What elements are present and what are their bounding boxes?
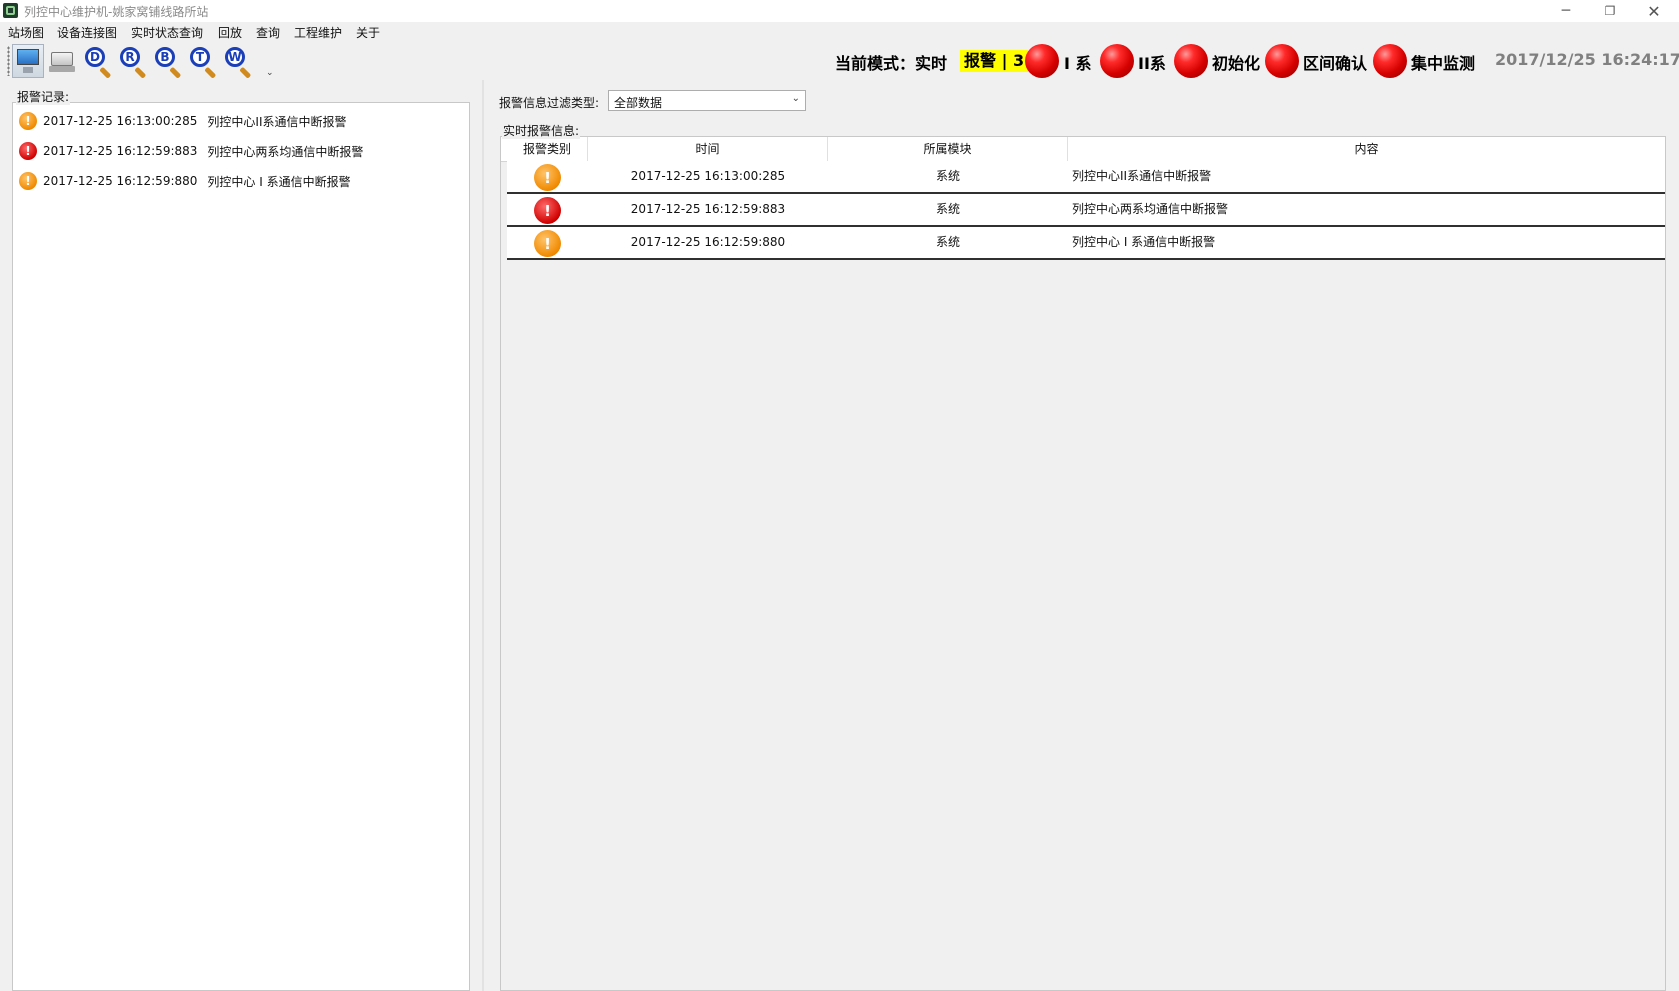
menu-bar: 站场图 设备连接图 实时状态查询 回放 查询 工程维护 关于 (0, 22, 1679, 42)
filter-type-value: 全部数据 (614, 96, 663, 110)
menu-playback[interactable]: 回放 (218, 24, 242, 41)
column-header-time[interactable]: 时间 (588, 137, 828, 161)
row-time: 2017-12-25 16:12:59:883 (630, 202, 786, 216)
monitor-icon[interactable] (12, 44, 44, 78)
chevron-down-icon: ⌄ (791, 93, 800, 104)
table-row[interactable]: ! 2017-12-25 16:12:59:883 系统 列控中心两系均通信中断… (507, 194, 1665, 227)
record-time: 2017-12-25 16:12:59:880 (43, 174, 198, 188)
column-header-content[interactable]: 内容 (1068, 137, 1665, 161)
close-button[interactable]: ✕ (1632, 0, 1676, 22)
table-header: 报警类别 时间 所属模块 内容 (501, 137, 1665, 162)
row-content: 列控中心 I 系通信中断报警 (1072, 235, 1216, 249)
menu-query[interactable]: 查询 (256, 24, 280, 41)
search-r-icon[interactable]: R (116, 44, 148, 79)
row-module: 系统 (935, 202, 960, 216)
record-content: 列控中心II系通信中断报警 (207, 114, 347, 129)
search-b-letter: B (155, 47, 175, 67)
filter-type-label: 报警信息过滤类型: (499, 96, 600, 110)
init-status-led-icon (1174, 44, 1208, 78)
record-content: 列控中心 I 系通信中断报警 (207, 174, 351, 189)
search-t-icon[interactable]: T (186, 44, 218, 79)
alarm-record-item[interactable]: ! 2017-12-25 16:12:59:880 列控中心 I 系通信中断报警 (19, 169, 351, 193)
record-time: 2017-12-25 16:13:00:285 (43, 114, 198, 128)
central-monitor-led-icon (1373, 44, 1407, 78)
warning-icon: ! (534, 164, 561, 191)
row-content: 列控中心II系通信中断报警 (1072, 169, 1212, 183)
drive-icon[interactable] (46, 44, 78, 78)
alarm-record-label: 报警记录: (16, 88, 71, 105)
critical-icon: ! (534, 197, 561, 224)
menu-about[interactable]: 关于 (356, 24, 380, 41)
section-confirm-label: 区间确认 (1303, 54, 1368, 73)
restore-button[interactable]: ❐ (1588, 0, 1632, 22)
record-time: 2017-12-25 16:12:59:883 (43, 144, 198, 158)
critical-icon: ! (19, 142, 37, 160)
column-header-module[interactable]: 所属模块 (828, 137, 1068, 161)
system-1-label: I 系 (1064, 54, 1092, 73)
realtime-alarm-panel: 报警信息过滤类型: 全部数据 ⌄ 报警类别 时间 所属模块 内容 ! 2017-… (484, 80, 1679, 991)
title-bar: 列控中心维护机-姚家窝铺线路所站 ─ ❐ ✕ (0, 0, 1679, 22)
table-row[interactable]: ! 2017-12-25 16:12:59:880 系统 列控中心 I 系通信中… (507, 227, 1665, 260)
record-content: 列控中心两系均通信中断报警 (207, 144, 364, 159)
menu-device-connection[interactable]: 设备连接图 (57, 24, 117, 41)
row-module: 系统 (935, 169, 960, 183)
alarm-record-item[interactable]: ! 2017-12-25 16:12:59:883 列控中心两系均通信中断报警 (19, 139, 363, 163)
menu-realtime-status[interactable]: 实时状态查询 (131, 24, 203, 41)
warning-icon: ! (534, 230, 561, 257)
init-label: 初始化 (1212, 54, 1261, 73)
toolbar-grip[interactable] (7, 46, 10, 76)
app-icon (3, 3, 18, 18)
row-content: 列控中心两系均通信中断报警 (1072, 202, 1229, 216)
column-header-category[interactable]: 报警类别 (507, 137, 588, 161)
alarm-record-item[interactable]: ! 2017-12-25 16:13:00:285 列控中心II系通信中断报警 (19, 109, 347, 133)
system-1-status-led-icon (1025, 44, 1059, 78)
warning-icon: ! (19, 112, 37, 130)
search-w-icon[interactable]: W (221, 44, 253, 79)
filter-type-select[interactable]: 全部数据 ⌄ (608, 90, 806, 111)
toolbar-overflow-icon[interactable]: ⌄ (266, 68, 274, 78)
search-w-letter: W (225, 47, 245, 67)
search-b-icon[interactable]: B (151, 44, 183, 79)
table-row[interactable]: ! 2017-12-25 16:13:00:285 系统 列控中心II系通信中断… (507, 161, 1665, 194)
menu-engineering[interactable]: 工程维护 (294, 24, 342, 41)
alarm-count-badge[interactable]: 报警 | 3 (960, 50, 1029, 72)
system-2-status-led-icon (1100, 44, 1134, 78)
search-t-letter: T (190, 47, 210, 67)
window-title: 列控中心维护机-姚家窝铺线路所站 (24, 5, 209, 19)
warning-icon: ! (19, 172, 37, 190)
alarm-record-panel: ! 2017-12-25 16:13:00:285 列控中心II系通信中断报警 … (0, 80, 482, 991)
row-time: 2017-12-25 16:12:59:880 (630, 235, 786, 249)
search-d-icon[interactable]: D (81, 44, 113, 79)
current-mode-label: 当前模式：实时 (835, 54, 948, 73)
row-module: 系统 (935, 235, 960, 249)
row-time: 2017-12-25 16:13:00:285 (630, 169, 786, 183)
search-d-letter: D (85, 47, 105, 67)
minimize-button[interactable]: ─ (1544, 0, 1588, 22)
menu-station-diagram[interactable]: 站场图 (8, 24, 44, 41)
search-r-letter: R (120, 47, 140, 67)
realtime-alarm-table[interactable]: 报警类别 时间 所属模块 内容 ! 2017-12-25 16:13:00:28… (500, 136, 1666, 991)
realtime-alarm-label: 实时报警信息: (502, 122, 581, 139)
section-confirm-led-icon (1265, 44, 1299, 78)
clock: 2017/12/25 16:24:17 (1495, 50, 1679, 69)
system-2-label: II系 (1138, 54, 1166, 73)
central-monitor-label: 集中监测 (1411, 54, 1476, 73)
alarm-record-list[interactable]: ! 2017-12-25 16:13:00:285 列控中心II系通信中断报警 … (12, 102, 470, 991)
